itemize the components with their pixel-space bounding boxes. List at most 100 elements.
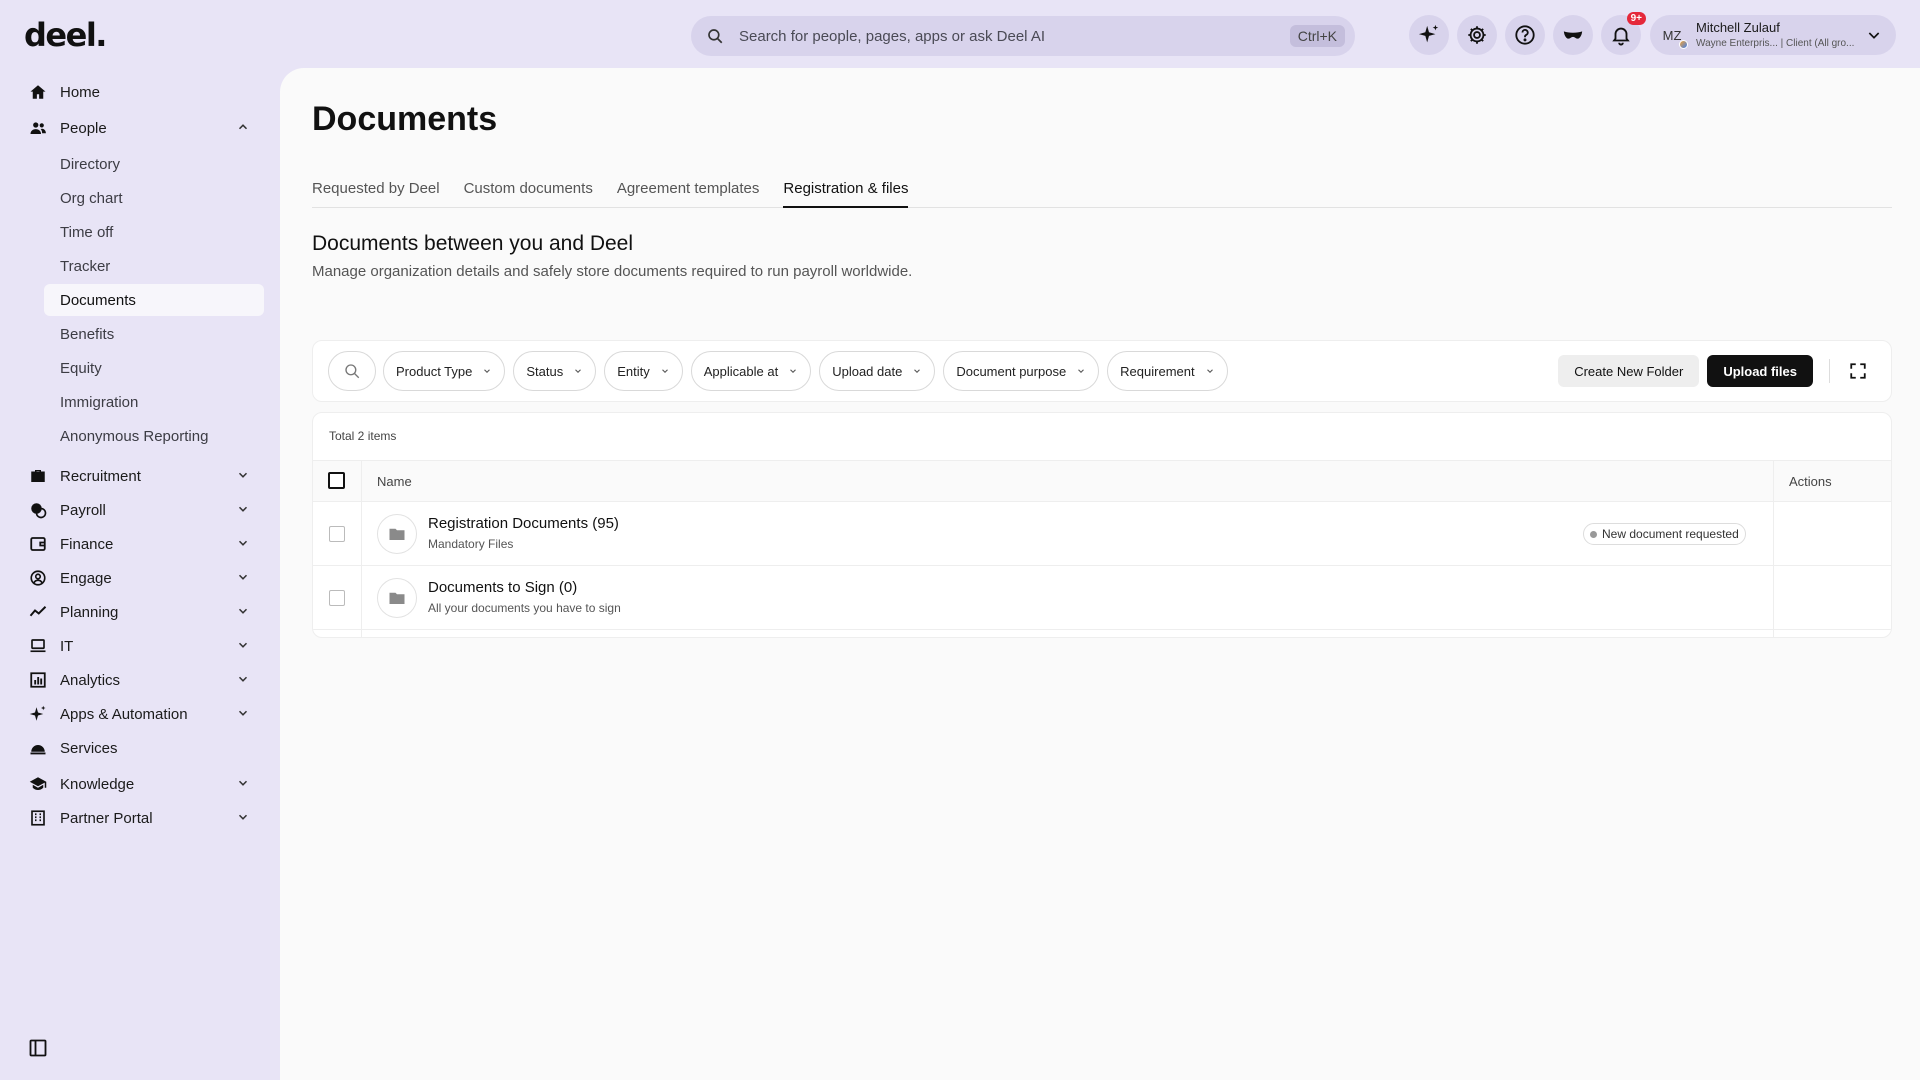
sidebar-subitem-equity[interactable]: Equity (60, 360, 102, 377)
sidebar-item-label: Recruitment (60, 467, 141, 485)
tab-requested-by-deel[interactable]: Requested by Deel (312, 174, 440, 208)
sidebar-item-it[interactable]: IT (28, 634, 248, 658)
search-shortcut: Ctrl+K (1289, 25, 1345, 47)
chevron-down-icon[interactable] (236, 776, 250, 790)
sidebar-subitem-documents[interactable]: Documents (60, 292, 136, 309)
chevron-down-icon[interactable] (236, 706, 250, 720)
filter-label: Requirement (1120, 363, 1195, 379)
sparkle-icon (28, 704, 48, 724)
sidebar-item-analytics[interactable]: Analytics (28, 668, 248, 692)
global-search[interactable]: Search for people, pages, apps or ask De… (691, 16, 1355, 56)
building-icon (28, 808, 48, 828)
create-folder-button[interactable]: Create New Folder (1558, 355, 1700, 387)
chevron-down-icon[interactable] (236, 638, 250, 652)
sidebar-collapse-button[interactable] (28, 1038, 48, 1063)
filter-requirement[interactable]: Requirement (1107, 351, 1228, 391)
briefcase-icon (28, 466, 48, 486)
mask-icon (1563, 31, 1583, 39)
fullscreen-button[interactable] (1846, 359, 1870, 383)
chevron-up-icon[interactable] (236, 120, 250, 134)
sidebar-subitem-org-chart[interactable]: Org chart (60, 190, 123, 207)
sidebar-item-label: IT (60, 637, 74, 655)
sidebar-item-label: Finance (60, 535, 114, 553)
user-subtitle: Wayne Enterpris... | Client (All gro... (1696, 37, 1855, 49)
filter-entity[interactable]: Entity (604, 351, 683, 391)
tab-bar: Requested by Deel Custom documents Agree… (312, 174, 1892, 208)
settings-button[interactable] (1457, 15, 1497, 55)
column-header-name[interactable]: Name (377, 474, 412, 489)
chevron-down-icon[interactable] (236, 810, 250, 824)
home-icon (28, 82, 48, 102)
sidebar-item-finance[interactable]: Finance (28, 532, 248, 556)
sidebar: Home People Directory Org chart Time off… (0, 70, 280, 1080)
sidebar-item-engage[interactable]: Engage (28, 566, 248, 590)
sidebar-subitem-time-off[interactable]: Time off (60, 224, 113, 241)
laptop-icon (28, 636, 48, 656)
sidebar-item-label: Services (60, 739, 118, 757)
filter-status[interactable]: Status (513, 351, 597, 391)
toolbar-divider (1829, 359, 1830, 383)
gear-icon (1468, 26, 1486, 44)
table-search-button[interactable] (328, 351, 376, 391)
sidebar-toggle-icon (29, 1039, 47, 1057)
chevron-down-icon[interactable] (1866, 27, 1882, 43)
sidebar-item-recruitment[interactable]: Recruitment (28, 464, 248, 488)
filter-document-purpose[interactable]: Document purpose (943, 351, 1100, 391)
chevron-down-icon[interactable] (236, 502, 250, 516)
search-placeholder[interactable]: Search for people, pages, apps or ask De… (739, 28, 1290, 45)
sidebar-subitem-anonymous-reporting[interactable]: Anonymous Reporting (60, 428, 208, 445)
sidebar-item-label: People (60, 119, 107, 137)
chevron-down-icon[interactable] (236, 536, 250, 550)
search-icon (345, 364, 360, 379)
user-name: Mitchell Zulauf (1696, 20, 1780, 36)
filter-applicable-at[interactable]: Applicable at (690, 351, 812, 391)
sidebar-subitem-benefits[interactable]: Benefits (60, 326, 114, 343)
sidebar-item-label: Planning (60, 603, 119, 621)
chevron-down-icon[interactable] (236, 604, 250, 618)
sidebar-item-label: Engage (60, 569, 112, 587)
table-row[interactable]: Documents to Sign (0) All your documents… (313, 566, 1891, 630)
filter-label: Product Type (396, 363, 473, 379)
sidebar-item-apps-automation[interactable]: Apps & Automation (28, 702, 248, 726)
select-all-checkbox[interactable] (328, 472, 345, 489)
graduation-cap-icon (28, 774, 48, 794)
deel-logo[interactable]: deel. (24, 16, 107, 54)
sidebar-subitem-directory[interactable]: Directory (60, 156, 120, 173)
row-checkbox[interactable] (329, 590, 345, 606)
filter-upload-date[interactable]: Upload date (819, 351, 936, 391)
tab-agreement-templates[interactable]: Agreement templates (617, 174, 760, 208)
row-name[interactable]: Documents to Sign (0) (428, 579, 577, 596)
sidebar-item-services[interactable]: Services (28, 736, 118, 760)
tab-custom-documents[interactable]: Custom documents (464, 174, 593, 208)
sidebar-item-planning[interactable]: Planning (28, 600, 248, 624)
expand-icon (1850, 363, 1866, 379)
row-checkbox[interactable] (329, 526, 345, 542)
upload-files-button[interactable]: Upload files (1707, 355, 1813, 387)
notifications-button[interactable]: 9+ (1601, 12, 1646, 55)
total-count: Total 2 items (329, 429, 397, 443)
help-button[interactable] (1505, 15, 1545, 55)
sidebar-subitem-tracker[interactable]: Tracker (60, 258, 110, 275)
sidebar-subitem-immigration[interactable]: Immigration (60, 394, 138, 411)
chevron-down-icon[interactable] (236, 468, 250, 482)
folder-icon (377, 578, 417, 618)
privacy-mode-button[interactable] (1553, 15, 1593, 55)
filter-label: Upload date (832, 363, 903, 379)
row-name[interactable]: Registration Documents (95) (428, 515, 619, 532)
chevron-down-icon[interactable] (236, 570, 250, 584)
sidebar-item-label: Knowledge (60, 775, 135, 793)
sidebar-item-people[interactable]: People (28, 116, 248, 140)
tab-registration-files[interactable]: Registration & files (783, 174, 909, 208)
sidebar-item-home[interactable]: Home (28, 80, 100, 104)
filter-product-type[interactable]: Product Type (383, 351, 506, 391)
table-header (313, 460, 1891, 502)
sidebar-item-knowledge[interactable]: Knowledge (28, 772, 248, 796)
chevron-down-icon[interactable] (236, 672, 250, 686)
ai-button[interactable] (1409, 15, 1449, 55)
user-menu[interactable]: MZ Mitchell Zulauf Wayne Enterpris... | … (1650, 15, 1896, 55)
sidebar-item-payroll[interactable]: Payroll (28, 498, 248, 522)
page-title: Documents (312, 100, 498, 138)
table-row[interactable]: Registration Documents (95) Mandatory Fi… (313, 502, 1891, 566)
notifications-count-badge: 9+ (1626, 12, 1646, 25)
sidebar-item-partner-portal[interactable]: Partner Portal (28, 806, 248, 830)
